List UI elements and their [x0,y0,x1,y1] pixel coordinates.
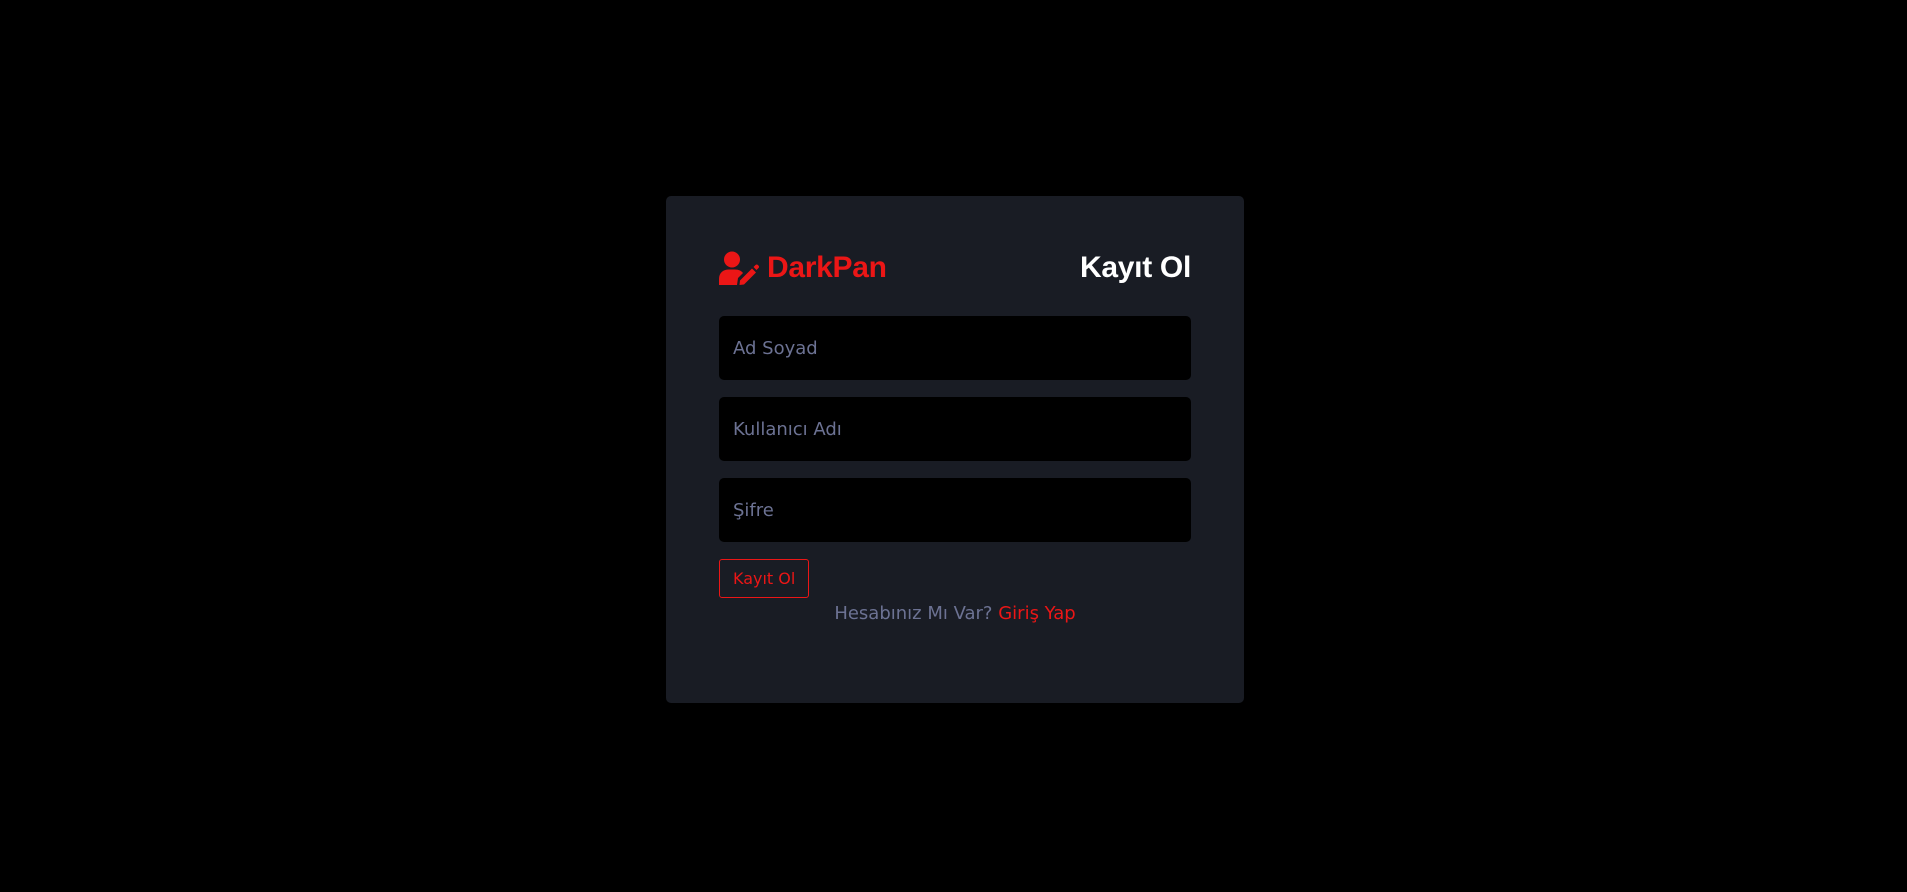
full-name-input[interactable] [719,316,1191,380]
signup-button[interactable]: Kayıt Ol [719,559,810,598]
password-input[interactable] [719,478,1191,542]
brand-name: DarkPan [767,251,887,284]
username-input[interactable] [719,397,1191,461]
signin-link[interactable]: Giriş Yap [998,603,1075,624]
brand-link[interactable]: DarkPan [719,251,887,285]
submit-row: Kayıt Ol [719,559,1191,598]
signup-card: DarkPan Kayıt Ol Kayıt Ol Hesabınız Mı V… [666,196,1244,703]
signin-prompt: Hesabınız Mı Var? Giriş Yap [719,603,1191,624]
user-edit-icon [719,251,760,285]
page-title: Kayıt Ol [1080,251,1191,284]
signin-prompt-text: Hesabınız Mı Var? [834,603,993,624]
card-header: DarkPan Kayıt Ol [719,248,1191,288]
